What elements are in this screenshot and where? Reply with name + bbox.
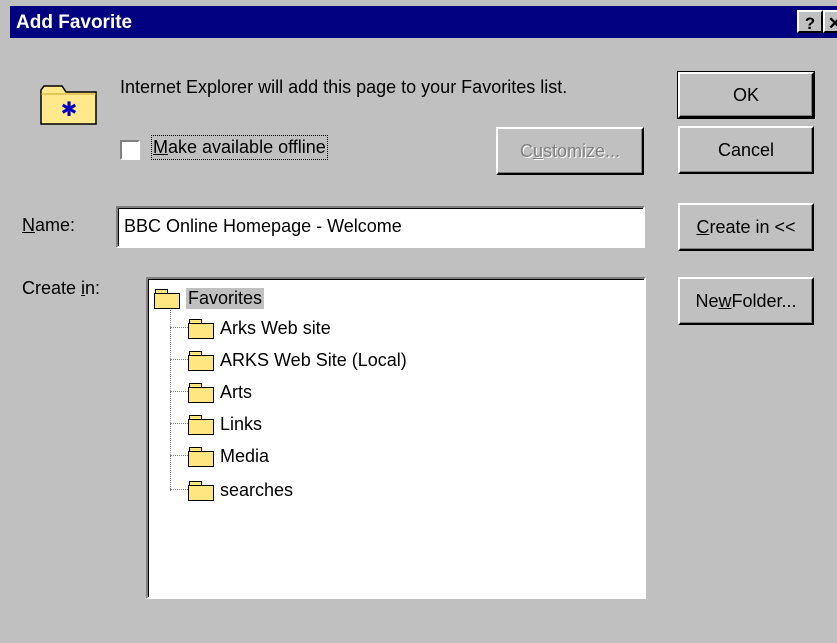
tree-connector — [170, 307, 171, 491]
folder-icon — [188, 446, 214, 467]
offline-label[interactable]: Make available offline — [151, 135, 328, 160]
tree-item[interactable]: searches — [188, 475, 293, 505]
help-button[interactable]: ? — [797, 10, 823, 33]
favorites-folder-icon: ✱ — [38, 80, 100, 128]
tree-branch — [170, 359, 188, 360]
tree-branch — [170, 423, 188, 424]
tree-item[interactable]: Links — [188, 409, 262, 439]
dialog-title: Add Favorite — [16, 12, 133, 33]
tree-branch — [170, 327, 188, 328]
offline-checkbox[interactable] — [120, 140, 140, 160]
new-folder-button[interactable]: Ne w Folder... — [678, 277, 814, 325]
name-input-value: BBC Online Homepage - Welcome — [124, 216, 402, 236]
tree-item-label: Arks Web site — [220, 317, 331, 338]
tree-item-label: Arts — [220, 381, 253, 402]
folder-icon — [188, 382, 214, 403]
folder-icon — [188, 414, 214, 435]
tree-item[interactable]: Media — [188, 441, 269, 471]
cancel-button[interactable]: Cancel — [678, 126, 814, 174]
open-folder-icon — [154, 288, 180, 309]
create-in-label: Create in: — [22, 278, 101, 298]
info-message: Internet Explorer will add this page to … — [120, 77, 568, 97]
tree-item-label: Favorites — [186, 287, 265, 309]
customize-button: Cu stomize... — [496, 127, 644, 175]
tree-branch — [170, 489, 188, 490]
title-bar[interactable]: Add Favorite ? ✕ — [10, 6, 837, 38]
tree-item-label: searches — [220, 479, 294, 500]
tree-item-label: ARKS Web Site (Local) — [220, 349, 407, 370]
folder-tree[interactable]: Favorites Arks Web site ARKS Web Site (L… — [146, 277, 646, 599]
folder-icon — [188, 350, 214, 371]
tree-item[interactable]: Arks Web site — [188, 313, 331, 343]
tree-item-label: Links — [220, 413, 263, 434]
folder-icon — [188, 318, 214, 339]
name-input[interactable]: BBC Online Homepage - Welcome — [116, 206, 645, 248]
ok-button[interactable]: OK — [677, 71, 815, 119]
tree-item-label: Media — [220, 445, 270, 466]
tree-item[interactable]: ARKS Web Site (Local) — [188, 345, 407, 375]
create-in-button[interactable]: Create in << — [678, 203, 814, 251]
tree-item[interactable]: Arts — [188, 377, 252, 407]
tree-branch — [170, 391, 188, 392]
svg-text:✱: ✱ — [61, 97, 78, 121]
name-label: Name: — [22, 215, 76, 235]
tree-item-favorites[interactable]: Favorites — [154, 283, 265, 313]
tree-branch — [170, 455, 188, 456]
close-button[interactable]: ✕ — [823, 10, 837, 33]
folder-icon — [188, 480, 214, 501]
